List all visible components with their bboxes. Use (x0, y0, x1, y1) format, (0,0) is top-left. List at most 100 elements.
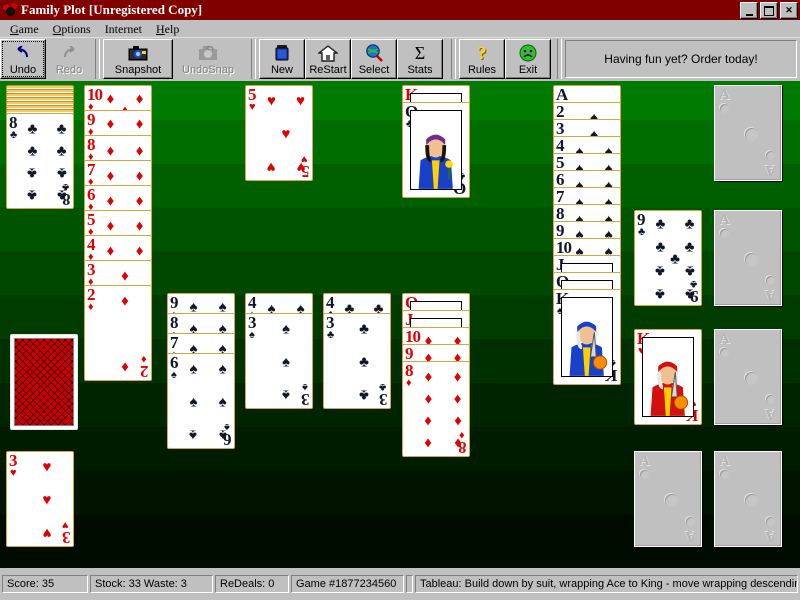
card-pip-icon: ♦ (135, 192, 144, 210)
card-pip-icon: ♣ (56, 164, 67, 182)
tableau-pile-9[interactable]: Q♦Q♦J♦J♦10♦10♦♦♦♦♦♦♦♦♦♦♦9♦9♦♦♦♦♦♦♦♦♦♦8♦8… (402, 293, 472, 457)
card-pip-icon: ♠ (189, 360, 198, 378)
redo-button-label: Redo (55, 64, 83, 76)
free-cell-9-clubs[interactable]: 9 ♣ 9 ♣ ♣ ♣ ♣ ♣ ♣ ♣ ♣ ♣ ♣ (634, 210, 704, 306)
card-pip-icon: ♦ (121, 292, 129, 310)
close-button[interactable]: ✕ (780, 2, 798, 19)
maximize-button[interactable] (760, 2, 778, 19)
card-k-of-hearts[interactable]: K♥K♥ (634, 329, 702, 425)
card-pip-icon: ♣ (27, 164, 38, 182)
card-pip-icon: ♦ (135, 115, 144, 133)
foundation-dot-icon (745, 494, 758, 507)
magnifier-globe-icon (365, 43, 384, 63)
tableau-pile-5[interactable]: A♠A♠♠2♠2♠♠♠3♠3♠♠♠♠4♠4♠♠♠♠♠5♠5♠♠♠♠♠♠6♠6♠♠… (553, 85, 623, 385)
free-cell-king-hearts[interactable]: K♥K♥ (634, 329, 704, 425)
tableau-pile-3[interactable]: 5 ♥ 5 ♥ ♥ ♥ ♥ ♥ ♥ (245, 85, 315, 181)
foundation-dot-icon (720, 470, 729, 479)
card-suit-index-icon: ♥ (249, 101, 256, 113)
card-pip-icon: ♣ (56, 120, 67, 138)
card-3-of-hearts[interactable]: 3 ♥ 3 ♥ ♥ ♥ ♥ (6, 451, 74, 547)
foundation-dot-icon (640, 470, 649, 479)
rules-button[interactable]: ? Rules (459, 39, 505, 79)
card-suit-index-icon: ♣ (327, 329, 335, 341)
card-8-of-diamonds[interactable]: 8♦8♦♦♦♦♦♦♦♦♦ (402, 361, 470, 457)
undosnap-button-label: UndoSnap (182, 64, 234, 76)
window-title: Family Plot [Unregistered Copy] (21, 2, 203, 17)
stock-pile[interactable] (10, 334, 78, 430)
minimize-button[interactable] (740, 2, 758, 19)
card-pip-icon: ♥ (42, 458, 52, 476)
card-court-picture (410, 110, 462, 190)
restart-button[interactable]: ReStart (305, 39, 351, 79)
tableau-pile-4[interactable]: K♥K♥Q♣Q♣ (402, 85, 472, 198)
stats-button[interactable]: Σ Stats (397, 39, 443, 79)
card-8-of-clubs[interactable]: 8 ♣ 8 ♣ ♣ ♣ ♣ ♣ ♣ ♣ ♣ ♣ (6, 113, 74, 209)
card-pip-icon: ♠ (282, 386, 290, 404)
foundation-slot-4[interactable]: AA (634, 451, 702, 547)
foundation-slot-5[interactable]: AA (714, 451, 782, 547)
card-pip-icon: ♠ (218, 360, 227, 378)
card-pip-icon: ♥ (266, 92, 276, 110)
card-k-of-spades[interactable]: K♠K♠ (553, 289, 621, 385)
tableau-pile-6[interactable]: 9♠9♠♠♠♠♠♠♠♠♠♠8♠8♠♠♠♠♠♠♠♠♠7♠7♠♠♠♠♠♠♠♠6♠6♠… (167, 293, 237, 449)
card-pip-icon: ♣ (56, 186, 67, 204)
menu-item-options[interactable]: Options (48, 21, 100, 37)
new-button[interactable]: New (259, 39, 305, 79)
promo-banner[interactable]: Having fun yet? Order today! (565, 40, 797, 78)
card-deck-icon (273, 43, 291, 63)
card-pip-icon: ♦ (121, 267, 129, 285)
card-pips: ♣ ♣ ♣ ♣ ♣ ♣ ♣ ♣ (21, 116, 73, 208)
select-button[interactable]: Select (351, 39, 397, 79)
status-hint: Tableau: Build down by suit, wrapping Ac… (415, 575, 798, 593)
foundation-dot-icon (766, 276, 775, 285)
restart-button-label: ReStart (309, 64, 347, 76)
redo-button[interactable]: Redo (46, 39, 92, 79)
menu-item-game[interactable]: Game (5, 21, 48, 37)
waste-pile[interactable]: 3 ♥ 3 ♥ ♥ ♥ ♥ (6, 451, 76, 547)
rules-button-label: Rules (467, 64, 497, 76)
card-5-of-hearts[interactable]: 5 ♥ 5 ♥ ♥ ♥ ♥ ♥ ♥ (245, 85, 313, 181)
card-suit-index-icon: ♠ (171, 369, 177, 381)
snapshot-button[interactable]: Snapshot (103, 39, 173, 79)
status-spacer (406, 575, 413, 593)
camera-undo-icon (198, 43, 218, 63)
game-table[interactable]: AAAAAAAAAA8♣8♣♣♣♣♣♣♣♣♣10♦10♦♦♦♦♦♦♦♦♦♦♦9♦… (0, 81, 800, 568)
undosnap-button[interactable]: UndoSnap (173, 39, 243, 79)
card-6-of-spades[interactable]: 6♠6♠♠♠♠♠♠♠ (167, 353, 235, 449)
camera-icon (128, 43, 148, 63)
menu-item-internet[interactable]: Internet (100, 21, 151, 37)
card-pip-icon: ♥ (281, 125, 291, 143)
card-q-of-clubs[interactable]: Q♣Q♣ (402, 102, 470, 198)
toolbar-separator (451, 39, 456, 79)
card-pip-icon: ♥ (296, 158, 305, 176)
card-suit-index-icon: ♦ (88, 301, 94, 313)
tableau-pile-1[interactable]: 8 ♣ 8 ♣ ♣ ♣ ♣ ♣ ♣ ♣ ♣ ♣ (6, 85, 76, 209)
foundation-slot-1[interactable]: AA (714, 85, 782, 181)
exit-button[interactable]: Exit (505, 39, 551, 79)
snapshot-button-label: Snapshot (114, 64, 162, 76)
tableau-pile-7[interactable]: 4♠4♠♠♠♠♠3♠3♠♠♠♠ (245, 293, 315, 409)
tableau-pile-8[interactable]: 4♣4♣♣♣♣♣3♣3♣♣♣♣ (323, 293, 393, 409)
foundation-slot-2[interactable]: AA (714, 210, 782, 306)
card-2-of-diamonds[interactable]: 2 ♦ 2 ♦ ♦ ♦ (84, 285, 152, 381)
card-pip-icon: ♦ (106, 142, 115, 160)
card-pip-icon: ♦ (135, 217, 144, 235)
card-pip-icon: ♥ (42, 491, 52, 509)
card-3-of-spades[interactable]: 3♠3♠♠♠♠ (245, 313, 313, 409)
family-plot-window: Family Plot [Unregistered Copy] ✕ Game O… (0, 0, 800, 600)
undo-button[interactable]: Undo (0, 39, 46, 79)
card-3-of-clubs[interactable]: 3 ♣ 3 ♣ ♣ ♣ ♣ (323, 313, 391, 409)
foundation-dot-icon (745, 372, 758, 385)
promo-text: Having fun yet? Order today! (604, 52, 758, 66)
foundation-dot-icon (720, 104, 729, 113)
toolbar: Undo Redo Snapshot UndoSnap New ReStart … (0, 37, 800, 82)
foundation-slot-3[interactable]: AA (714, 329, 782, 425)
card-9-of-clubs[interactable]: 9 ♣ 9 ♣ ♣ ♣ ♣ ♣ ♣ ♣ ♣ ♣ ♣ (634, 210, 702, 306)
menu-item-help[interactable]: Help (151, 21, 188, 37)
card-pip-icon: ♥ (42, 524, 52, 542)
card-pip-icon: ♥ (296, 92, 305, 110)
foundation-dot-icon (745, 253, 758, 266)
card-pip-icon: ♦ (424, 390, 433, 408)
card-pip-icon: ♠ (218, 426, 227, 444)
tableau-pile-2[interactable]: 10♦10♦♦♦♦♦♦♦♦♦♦♦9♦9♦♦♦♦♦♦♦♦♦♦8♦8♦♦♦♦♦♦♦♦… (84, 85, 154, 381)
